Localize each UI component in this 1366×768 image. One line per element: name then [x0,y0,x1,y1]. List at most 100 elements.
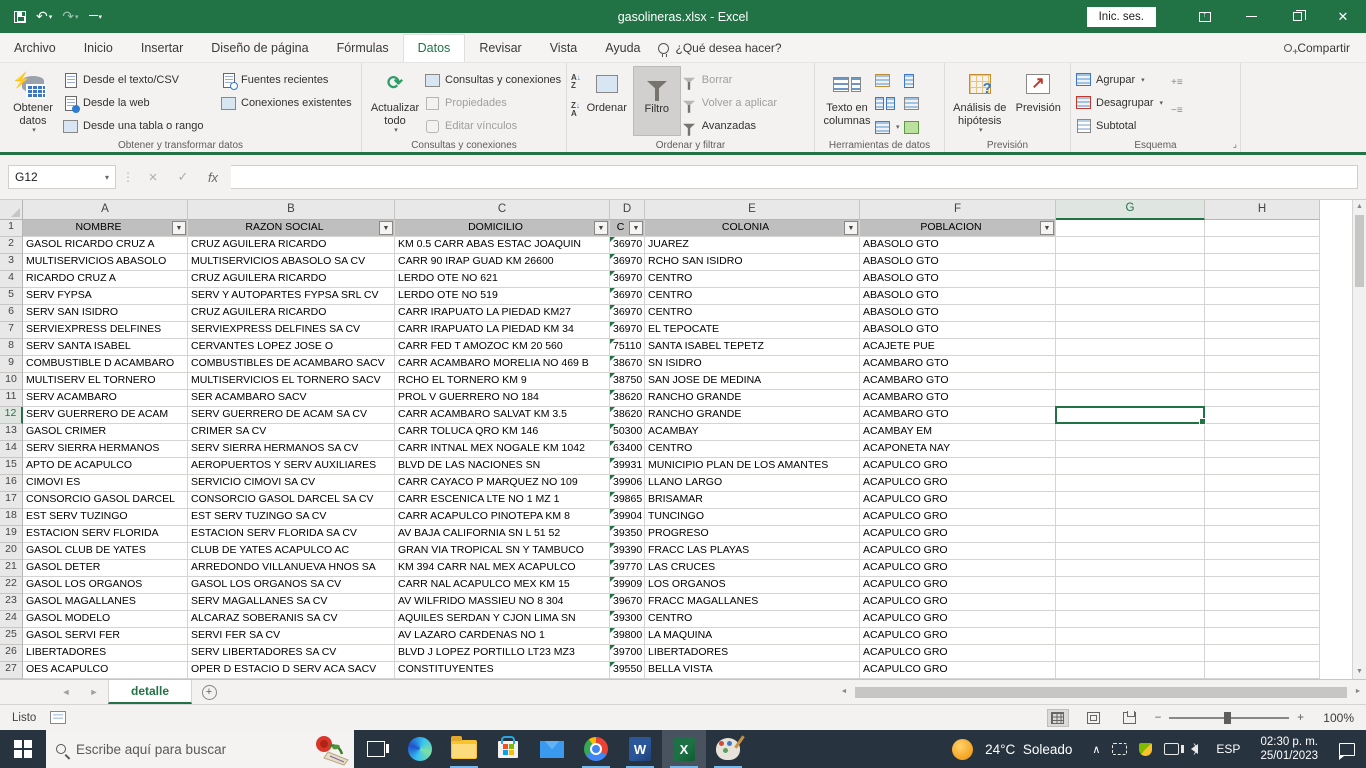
cell-E21[interactable]: LAS CRUCES [645,560,860,577]
cell-A5[interactable]: SERV FYPSA [23,288,188,305]
row-header-19[interactable]: 19 [0,526,23,543]
cell-G17[interactable] [1056,492,1205,509]
edge-button[interactable] [398,730,442,768]
row-header-13[interactable]: 13 [0,424,23,441]
tab-archivo[interactable]: Archivo [0,35,70,62]
cell-F22[interactable]: ACAPULCO GRO [860,577,1056,594]
minimize-button[interactable] [1228,0,1274,33]
insert-function-icon[interactable]: fx [201,170,225,185]
cell-H27[interactable] [1205,662,1320,679]
tab-diseno[interactable]: Diseño de página [197,35,322,62]
actualizar-todo-button[interactable]: ⟳ Actualizar todo▾ [366,66,424,136]
cell-H11[interactable] [1205,390,1320,407]
column-header-D[interactable]: D [610,200,645,220]
cell-C22[interactable]: CARR NAL ACAPULCO MEX KM 15 [395,577,610,594]
flash-fill-icon[interactable] [875,72,900,89]
cell-D16[interactable]: 39906 [610,475,645,492]
cell-B21[interactable]: ARREDONDO VILLANUEVA HNOS SA [188,560,395,577]
row-header-1[interactable]: 1 [0,220,23,237]
cell-F6[interactable]: ABASOLO GTO [860,305,1056,322]
cell-F12[interactable]: ACAMBARO GTO [860,407,1056,424]
row-header-14[interactable]: 14 [0,441,23,458]
cell-D26[interactable]: 39700 [610,645,645,662]
cell-G6[interactable] [1056,305,1205,322]
consolidate-icon[interactable] [904,72,919,89]
cell-C25[interactable]: AV LAZARO CARDENAS NO 1 [395,628,610,645]
cell-A18[interactable]: EST SERV TUZINGO [23,509,188,526]
tab-revisar[interactable]: Revisar [465,35,535,62]
cell-A20[interactable]: GASOL CLUB DE YATES [23,543,188,560]
cell-E12[interactable]: RANCHO GRANDE [645,407,860,424]
cell-A17[interactable]: CONSORCIO GASOL DARCEL [23,492,188,509]
avanzadas-button[interactable]: Avanzadas [681,116,777,136]
row-header-4[interactable]: 4 [0,271,23,288]
cell-C4[interactable]: LERDO OTE NO 621 [395,271,610,288]
cell-F9[interactable]: ACAMBARO GTO [860,356,1056,373]
cell-E9[interactable]: SN ISIDRO [645,356,860,373]
cell-A11[interactable]: SERV ACAMBARO [23,390,188,407]
select-all-corner[interactable] [0,200,23,220]
ribbon-display-options-button[interactable] [1182,0,1228,33]
cell-B20[interactable]: CLUB DE YATES ACAPULCO AC [188,543,395,560]
cell-C15[interactable]: BLVD DE LAS NACIONES SN [395,458,610,475]
cell-D11[interactable]: 38620 [610,390,645,407]
cell-G5[interactable] [1056,288,1205,305]
cell-B15[interactable]: AEROPUERTOS Y SERV AUXILIARES [188,458,395,475]
cell-B24[interactable]: ALCARAZ SOBERANIS SA CV [188,611,395,628]
row-header-9[interactable]: 9 [0,356,23,373]
cell-F8[interactable]: ACAJETE PUE [860,339,1056,356]
cell-H5[interactable] [1205,288,1320,305]
scroll-right-icon[interactable]: ► [1350,685,1366,699]
antivirus-tray-icon[interactable] [1139,743,1152,756]
cell-D24[interactable]: 39300 [610,611,645,628]
row-header-3[interactable]: 3 [0,254,23,271]
cell-B7[interactable]: SERVIEXPRESS DELFINES SA CV [188,322,395,339]
cell-H23[interactable] [1205,594,1320,611]
cell-D12[interactable]: 38620 [610,407,645,424]
row-header-8[interactable]: 8 [0,339,23,356]
network-tray-icon[interactable] [1164,743,1179,755]
row-header-25[interactable]: 25 [0,628,23,645]
cell-D19[interactable]: 39350 [610,526,645,543]
cell-E6[interactable]: CENTRO [645,305,860,322]
accessibility-checker-icon[interactable] [50,711,66,724]
cell-D27[interactable]: 39550 [610,662,645,679]
cell-B1[interactable]: RAZON SOCIAL▼ [188,220,395,237]
row-header-20[interactable]: 20 [0,543,23,560]
cell-A8[interactable]: SERV SANTA ISABEL [23,339,188,356]
cell-H21[interactable] [1205,560,1320,577]
cell-G4[interactable] [1056,271,1205,288]
cell-C12[interactable]: CARR ACAMBARO SALVAT KM 3.5 [395,407,610,424]
subtotal-button[interactable]: Subtotal [1075,117,1163,136]
tab-datos[interactable]: Datos [403,34,466,62]
cell-D14[interactable]: 63400 [610,441,645,458]
cell-C23[interactable]: AV WILFRIDO MASSIEU NO 8 304 [395,594,610,611]
row-header-10[interactable]: 10 [0,373,23,390]
row-header-11[interactable]: 11 [0,390,23,407]
column-header-A[interactable]: A [23,200,188,220]
cell-B19[interactable]: ESTACION SERV FLORIDA SA CV [188,526,395,543]
cell-B26[interactable]: SERV LIBERTADORES SA CV [188,645,395,662]
cell-A13[interactable]: GASOL CRIMER [23,424,188,441]
cell-G21[interactable] [1056,560,1205,577]
cell-F11[interactable]: ACAMBARO GTO [860,390,1056,407]
desde-texto-csv-button[interactable]: Desde el texto/CSV [62,70,220,90]
save-icon[interactable] [14,11,26,23]
row-header-26[interactable]: 26 [0,645,23,662]
cell-A7[interactable]: SERVIEXPRESS DELFINES [23,322,188,339]
cell-E22[interactable]: LOS ORGANOS [645,577,860,594]
cell-E13[interactable]: ACAMBAY [645,424,860,441]
cell-D23[interactable]: 39670 [610,594,645,611]
page-layout-view-button[interactable] [1083,709,1105,727]
cell-H6[interactable] [1205,305,1320,322]
filter-dropdown-icon-F[interactable]: ▼ [1040,221,1054,235]
cell-A24[interactable]: GASOL MODELO [23,611,188,628]
cell-G10[interactable] [1056,373,1205,390]
sheet-prev-icon[interactable]: ◄ [52,680,80,704]
mail-button[interactable] [530,730,574,768]
row-header-27[interactable]: 27 [0,662,23,679]
row-header-23[interactable]: 23 [0,594,23,611]
zoom-thumb[interactable] [1224,712,1231,724]
cell-G24[interactable] [1056,611,1205,628]
cell-E11[interactable]: RANCHO GRANDE [645,390,860,407]
